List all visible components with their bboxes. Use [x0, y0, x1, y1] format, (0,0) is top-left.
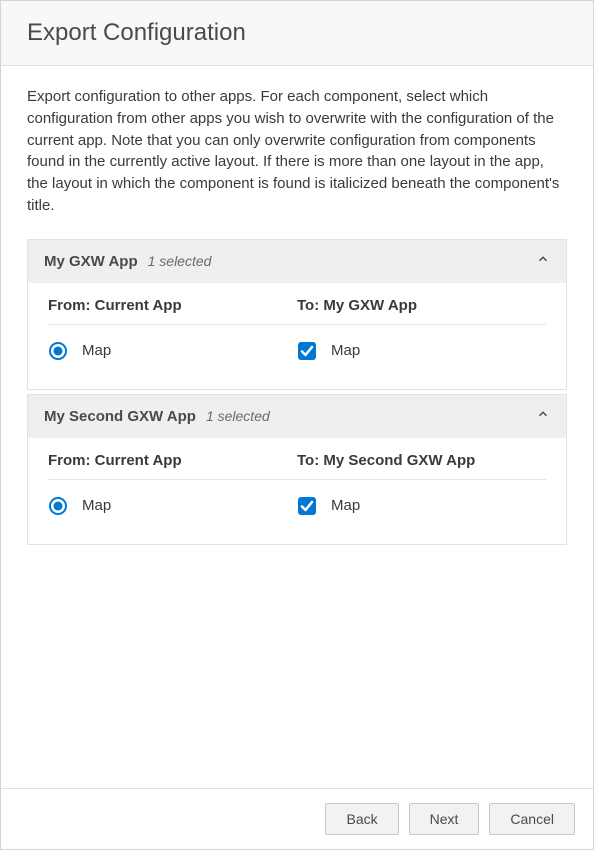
- to-column-header: To: My Second GXW App: [297, 452, 546, 469]
- checkbox-checked-icon[interactable]: [297, 496, 317, 516]
- section-body: From: Current App To: My Second GXW App …: [28, 438, 566, 544]
- next-button[interactable]: Next: [409, 803, 480, 835]
- from-column-header: From: Current App: [48, 297, 297, 314]
- to-cell: Map: [297, 341, 546, 361]
- radio-selected-icon[interactable]: [48, 341, 68, 361]
- checkbox-checked-icon[interactable]: [297, 341, 317, 361]
- cancel-button[interactable]: Cancel: [489, 803, 575, 835]
- radio-selected-icon[interactable]: [48, 496, 68, 516]
- section-header[interactable]: My Second GXW App 1 selected: [28, 395, 566, 438]
- chevron-up-icon: [536, 252, 550, 271]
- chevron-up-icon: [536, 407, 550, 426]
- description-text: Export configuration to other apps. For …: [27, 86, 567, 217]
- from-item-label: Map: [82, 342, 111, 359]
- columns-header: From: Current App To: My Second GXW App: [48, 452, 546, 480]
- component-row: Map Map: [48, 496, 546, 516]
- section-title: My Second GXW App: [44, 408, 196, 425]
- section-count: 1 selected: [148, 253, 536, 269]
- app-section: My Second GXW App 1 selected From: Curre…: [27, 394, 567, 545]
- to-item-label: Map: [331, 497, 360, 514]
- from-item-label: Map: [82, 497, 111, 514]
- dialog-title: Export Configuration: [27, 19, 567, 47]
- to-cell: Map: [297, 496, 546, 516]
- dialog-content: Export configuration to other apps. For …: [1, 66, 593, 788]
- section-body: From: Current App To: My GXW App Map Map: [28, 283, 566, 389]
- component-row: Map Map: [48, 341, 546, 361]
- back-button[interactable]: Back: [325, 803, 398, 835]
- app-section: My GXW App 1 selected From: Current App …: [27, 239, 567, 390]
- from-cell: Map: [48, 341, 297, 361]
- section-header[interactable]: My GXW App 1 selected: [28, 240, 566, 283]
- dialog-header: Export Configuration: [1, 1, 593, 66]
- columns-header: From: Current App To: My GXW App: [48, 297, 546, 325]
- section-count: 1 selected: [206, 408, 536, 424]
- from-cell: Map: [48, 496, 297, 516]
- to-item-label: Map: [331, 342, 360, 359]
- dialog-footer: Back Next Cancel: [1, 788, 593, 849]
- to-column-header: To: My GXW App: [297, 297, 546, 314]
- section-title: My GXW App: [44, 253, 138, 270]
- from-column-header: From: Current App: [48, 452, 297, 469]
